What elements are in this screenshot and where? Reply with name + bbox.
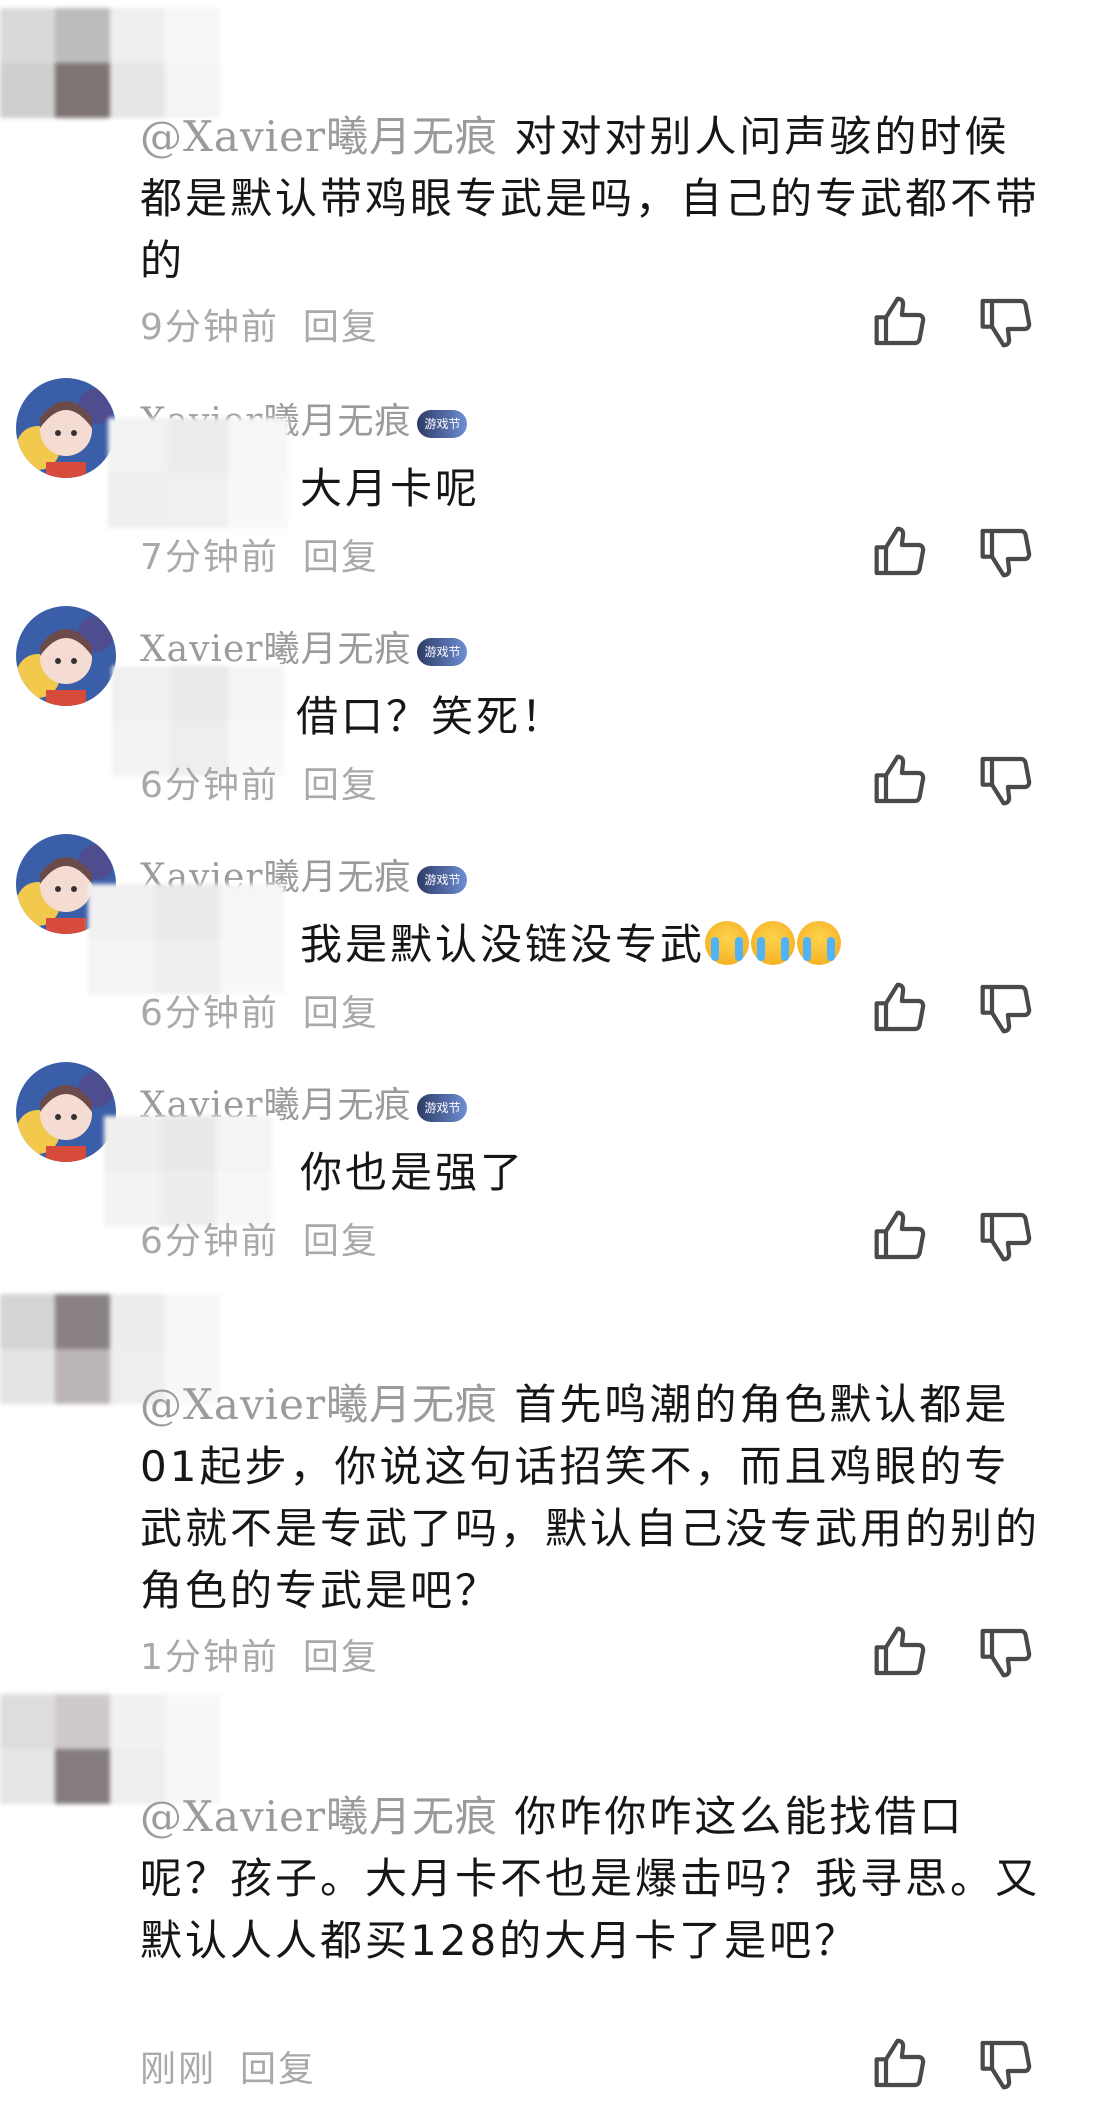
- comment-text: 你也是强了: [300, 1148, 526, 1197]
- thumbs-down-icon[interactable]: [978, 1624, 1034, 1680]
- crying-emoji: [705, 921, 750, 965]
- thumbs-up-icon[interactable]: [872, 980, 928, 1036]
- comment-text: 大月卡呢: [300, 464, 481, 513]
- comment-text: 我是默认没链没专武: [300, 914, 1096, 976]
- comment-meta: 6分钟前 回复: [140, 1212, 379, 1264]
- comment-text: @Xavier曦月无痕 对对对别人问声骇的时候都是默认带鸡眼专武是吗，自己的专武…: [140, 112, 1041, 285]
- blurred-mention: [108, 418, 288, 528]
- thumbs-up-icon[interactable]: [872, 1624, 928, 1680]
- mention-link[interactable]: @Xavier曦月无痕: [140, 1792, 498, 1841]
- game-festival-badge: 游戏节: [417, 866, 468, 894]
- game-festival-badge: 游戏节: [417, 410, 468, 438]
- comment-meta: 1分钟前 回复: [140, 1628, 379, 1680]
- avatar[interactable]: [16, 1062, 116, 1162]
- timestamp: 9分钟前: [140, 307, 279, 348]
- reply-button[interactable]: 回复: [303, 765, 379, 806]
- thumbs-down-icon[interactable]: [978, 752, 1034, 808]
- timestamp: 1分钟前: [140, 1637, 279, 1678]
- avatar[interactable]: [16, 378, 116, 478]
- thumbs-down-icon[interactable]: [978, 524, 1034, 580]
- game-festival-badge: 游戏节: [417, 1094, 468, 1122]
- blurred-avatar: [0, 8, 270, 118]
- reply-button[interactable]: 回复: [303, 307, 379, 348]
- comment-meta: 刚刚 回复: [140, 2040, 316, 2092]
- avatar[interactable]: [16, 606, 116, 706]
- mention-link[interactable]: @Xavier曦月无痕: [140, 1380, 498, 1429]
- reply-button[interactable]: 回复: [240, 2049, 316, 2090]
- blurred-mention: [104, 1116, 272, 1226]
- thumbs-down-icon[interactable]: [978, 2036, 1034, 2092]
- thumbs-up-icon[interactable]: [872, 524, 928, 580]
- thumbs-down-icon[interactable]: [978, 294, 1034, 350]
- comment-meta: 9分钟前 回复: [140, 298, 379, 350]
- comment-meta: 6分钟前 回复: [140, 984, 379, 1036]
- comment-meta: 6分钟前 回复: [140, 756, 379, 808]
- thumbs-up-icon[interactable]: [872, 752, 928, 808]
- username[interactable]: Xavier曦月无痕游戏节: [140, 620, 468, 672]
- crying-emoji: [797, 921, 842, 965]
- timestamp: 刚刚: [140, 2049, 217, 2090]
- timestamp: 6分钟前: [140, 1221, 279, 1262]
- reply-button[interactable]: 回复: [303, 993, 379, 1034]
- reply-button[interactable]: 回复: [303, 1221, 379, 1262]
- crying-emoji: [751, 921, 796, 965]
- thumbs-up-icon[interactable]: [872, 294, 928, 350]
- comment-text: @Xavier曦月无痕 你咋你咋这么能找借口呢？孩子。大月卡不也是爆击吗？我寻思…: [140, 1792, 1041, 1965]
- reply-button[interactable]: 回复: [303, 1637, 379, 1678]
- thumbs-up-icon[interactable]: [872, 2036, 928, 2092]
- timestamp: 6分钟前: [140, 993, 279, 1034]
- reply-button[interactable]: 回复: [303, 537, 379, 578]
- timestamp: 7分钟前: [140, 537, 279, 578]
- comment-meta: 7分钟前 回复: [140, 528, 379, 580]
- thumbs-up-icon[interactable]: [872, 1208, 928, 1264]
- blurred-mention: [88, 884, 284, 994]
- comment-text: 借口？笑死！: [296, 692, 567, 741]
- thumbs-down-icon[interactable]: [978, 980, 1034, 1036]
- game-festival-badge: 游戏节: [417, 638, 468, 666]
- timestamp: 6分钟前: [140, 765, 279, 806]
- mention-link[interactable]: @Xavier曦月无痕: [140, 112, 498, 161]
- thumbs-down-icon[interactable]: [978, 1208, 1034, 1264]
- comment-text: @Xavier曦月无痕 首先鸣潮的角色默认都是01起步，你说这句话招笑不，而且鸡…: [140, 1380, 1041, 1615]
